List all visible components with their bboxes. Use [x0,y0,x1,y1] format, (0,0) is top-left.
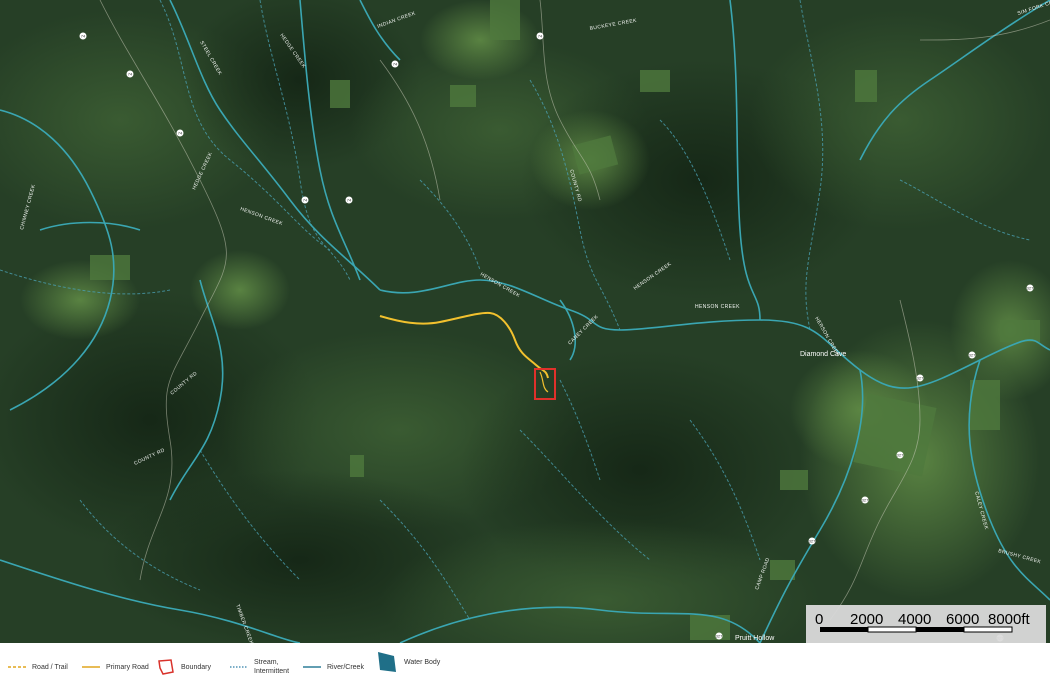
dotted-stream-icon [230,666,248,668]
legend-water-body: Water Body [376,652,440,672]
svg-text:74: 74 [128,72,133,77]
legend-label: Boundary [181,663,211,671]
road-shield: 74 [301,196,309,204]
stream-label: HENSON CREEK [695,304,740,310]
svg-text:327: 327 [917,376,924,381]
road-shield: 327 [715,632,723,640]
svg-text:74: 74 [393,62,398,67]
road-shield: 74 [79,32,87,40]
road-shield: 74 [176,129,184,137]
water-body-icon [378,652,396,672]
road-shield: 74 [126,70,134,78]
road-shield: 74 [391,60,399,68]
legend-label: Road / Trail [32,663,68,671]
dashed-road-icon [8,666,26,668]
svg-text:327: 327 [897,453,904,458]
place-label: Diamond Cave [800,351,846,358]
svg-text:74: 74 [303,198,308,203]
legend-label: Stream, Intermittent [254,659,290,675]
road-shield: 327 [808,537,816,545]
svg-text:327: 327 [969,353,976,358]
svg-text:327: 327 [809,539,816,544]
place-label: Pruitt Hollow [735,635,775,642]
road-shield: 327 [916,374,924,382]
road-shield: 74 [345,196,353,204]
legend-label: Primary Road [106,663,149,671]
road-shield: 327 [968,351,976,359]
road-shield: 327 [896,451,904,459]
scale-label: 4000 [898,611,931,628]
svg-text:74: 74 [81,34,86,39]
scale-label: 8000ft [988,611,1031,628]
scale-label: 0 [815,611,823,628]
road-shield: 74 [536,32,544,40]
map-legend: Road / Trail Primary Road Boundary Strea… [0,643,1050,700]
river-line-icon [303,666,321,668]
svg-text:327: 327 [1027,286,1034,291]
legend-primary-road: Primary Road [82,657,149,677]
svg-text:327: 327 [716,634,723,639]
satellite-map[interactable]: INDIAN CREEK BUCKEYE CREEK SIM FORK CREE… [0,0,1050,643]
solid-road-icon [82,666,100,668]
legend-label: River/Creek [327,663,364,671]
road-shield: 327 [861,496,869,504]
svg-text:74: 74 [538,34,543,39]
svg-text:74: 74 [347,198,352,203]
legend-stream: Stream, Intermittent [230,657,294,677]
legend-river: River/Creek [303,657,364,677]
legend-label: Water Body [404,658,441,666]
legend-road-trail: Road / Trail [8,657,68,677]
map-view[interactable]: INDIAN CREEK BUCKEYE CREEK SIM FORK CREE… [0,0,1050,643]
scale-label: 2000 [850,611,883,628]
scale-label: 6000 [946,611,979,628]
boundary-polygon-icon [158,659,174,675]
road-shield: 327 [1026,284,1034,292]
svg-text:327: 327 [862,498,869,503]
svg-text:74: 74 [178,131,183,136]
scale-bar: 0 2000 4000 6000 8000ft [806,605,1046,643]
legend-boundary: Boundary [157,657,211,677]
